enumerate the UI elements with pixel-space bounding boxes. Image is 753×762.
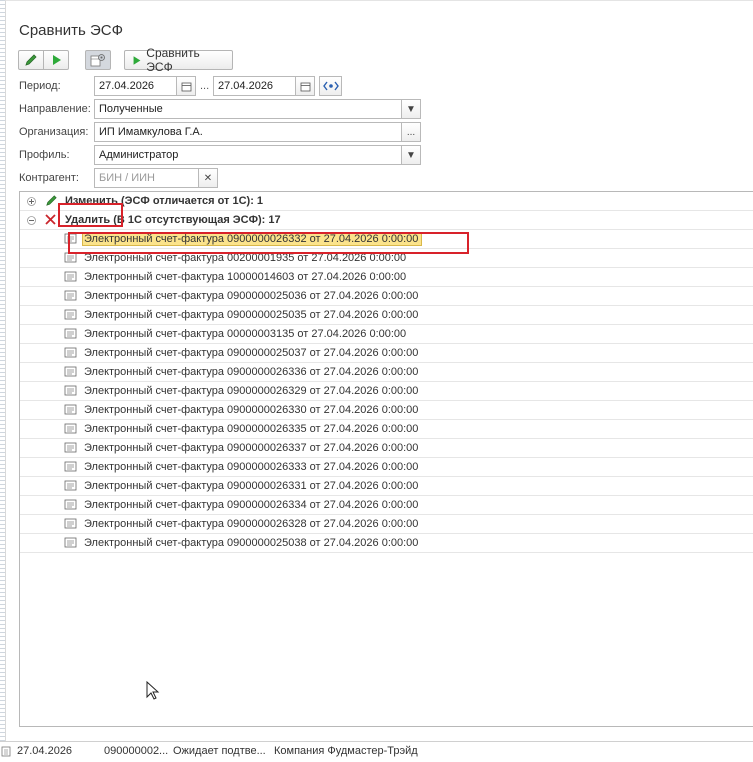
document-icon: [64, 385, 77, 396]
status-company: Компания Фудмастер-Трэйд: [274, 745, 418, 757]
tree-item-label: Электронный счет-фактура 0900000026336 о…: [84, 366, 419, 378]
compare-esf-label: Сравнить ЭСФ: [146, 46, 200, 74]
calendar-icon: [181, 82, 191, 91]
tree-item-label: Электронный счет-фактура 0900000025038 о…: [84, 537, 419, 549]
document-icon: [64, 537, 77, 548]
status-bar[interactable]: 27.04.2026 090000002... Ожидает подтве..…: [0, 741, 753, 762]
document-icon: [64, 290, 77, 301]
tree-item-label: Электронный счет-фактура 0900000026335 о…: [84, 423, 419, 435]
document-icon: [64, 499, 77, 510]
pencil-icon: [46, 195, 57, 206]
run-button[interactable]: [43, 50, 69, 70]
tree-item-row[interactable]: Электронный счет-фактура 10000014603 от …: [20, 268, 753, 287]
annotation-highlight-first-item: [68, 232, 469, 254]
organization-field[interactable]: ИП Имамкулова Г.А.: [94, 122, 402, 142]
period-label: Период:: [19, 80, 61, 92]
period-to-calendar-button[interactable]: [295, 76, 315, 96]
tree-group-change[interactable]: Изменить (ЭСФ отличается от 1С): 1: [20, 192, 753, 211]
document-icon: [64, 518, 77, 529]
tree-item-label: Электронный счет-фактура 0900000025035 о…: [84, 309, 419, 321]
document-icon: [64, 366, 77, 377]
period-separator: ...: [200, 80, 210, 92]
counterparty-clear-button[interactable]: ✕: [198, 168, 218, 188]
tree-item-row[interactable]: Электронный счет-фактура 0900000026328 о…: [20, 515, 753, 534]
tree-item-label: Электронный счет-фактура 00000003135 от …: [84, 328, 407, 340]
document-icon: [64, 461, 77, 472]
close-icon: ✕: [203, 172, 213, 184]
tree-item-row[interactable]: Электронный счет-фактура 0900000026335 о…: [20, 420, 753, 439]
document-icon: [64, 328, 77, 339]
period-choose-button[interactable]: [319, 76, 342, 96]
play-icon: [133, 55, 141, 65]
direction-dropdown-button[interactable]: ▼: [401, 99, 421, 119]
document-icon: [64, 404, 77, 415]
document-icon: [64, 442, 77, 453]
tree-item-row[interactable]: Электронный счет-фактура 0900000025038 о…: [20, 534, 753, 553]
profile-dropdown-button[interactable]: ▼: [401, 145, 421, 165]
direction-select[interactable]: Полученные: [94, 99, 402, 119]
document-icon: [64, 347, 77, 358]
chevron-down-icon: ▼: [406, 103, 416, 115]
tree-item-label: Электронный счет-фактура 0900000025036 о…: [84, 290, 419, 302]
document-icon: [1, 746, 11, 757]
tree-item-row[interactable]: Электронный счет-фактура 0900000026333 о…: [20, 458, 753, 477]
document-icon: [64, 309, 77, 320]
tree-item-label: Электронный счет-фактура 0900000026331 о…: [84, 480, 419, 492]
window-title: Сравнить ЭСФ: [19, 22, 124, 39]
direction-label: Направление:: [19, 103, 91, 115]
annotation-highlight-delete: [58, 203, 123, 227]
tree-item-label: Электронный счет-фактура 0900000026333 о…: [84, 461, 419, 473]
table-settings-icon: [90, 54, 105, 67]
tree-item-label: Электронный счет-фактура 10000014603 от …: [84, 271, 407, 283]
status-state: Ожидает подтве...: [173, 745, 266, 757]
tree-item-row[interactable]: Электронный счет-фактура 0900000025037 о…: [20, 344, 753, 363]
calendar-icon: [300, 82, 310, 91]
tree-item-label: Электронный счет-фактура 0900000026329 о…: [84, 385, 419, 397]
status-date: 27.04.2026: [17, 745, 73, 757]
period-from-field[interactable]: 27.04.2026: [94, 76, 177, 96]
organization-label: Организация:: [19, 126, 89, 138]
collapse-minus-icon[interactable]: [27, 216, 36, 225]
settings-toggle-button[interactable]: [85, 50, 111, 70]
delete-x-icon: [45, 214, 56, 225]
tree-item-row[interactable]: Электронный счет-фактура 0900000026331 о…: [20, 477, 753, 496]
tree-item-label: Электронный счет-фактура 0900000026330 о…: [84, 404, 419, 416]
document-icon: [64, 271, 77, 282]
organization-select-button[interactable]: ...: [401, 122, 421, 142]
expand-plus-icon[interactable]: [27, 197, 36, 206]
tree-item-label: Электронный счет-фактура 0900000025037 о…: [84, 347, 419, 359]
period-to-field[interactable]: 27.04.2026: [213, 76, 296, 96]
tree-item-row[interactable]: Электронный счет-фактура 0900000025036 о…: [20, 287, 753, 306]
counterparty-label: Контрагент:: [19, 172, 79, 184]
period-select-icon: [322, 81, 339, 91]
play-icon: [53, 55, 61, 65]
status-number: 090000002...: [104, 745, 169, 757]
comparison-tree[interactable]: Изменить (ЭСФ отличается от 1С): 1 Удали…: [19, 191, 753, 727]
tree-group-delete[interactable]: Удалить (В 1С отсутствующая ЭСФ): 17: [20, 211, 753, 230]
document-icon: [64, 423, 77, 434]
tree-item-row[interactable]: Электронный счет-фактура 0900000025035 о…: [20, 306, 753, 325]
chevron-down-icon: ▼: [406, 149, 416, 161]
pencil-icon: [25, 54, 37, 66]
tree-item-row[interactable]: Электронный счет-фактура 00000003135 от …: [20, 325, 753, 344]
tree-item-row[interactable]: Электронный счет-фактура 0900000026330 о…: [20, 401, 753, 420]
edit-button[interactable]: [18, 50, 44, 70]
counterparty-field[interactable]: БИН / ИИН: [94, 168, 199, 188]
period-from-calendar-button[interactable]: [176, 76, 196, 96]
tree-item-label: Электронный счет-фактура 0900000026328 о…: [84, 518, 419, 530]
mouse-cursor-icon: [146, 681, 160, 700]
profile-label: Профиль:: [19, 149, 70, 161]
document-icon: [64, 480, 77, 491]
tree-item-row[interactable]: Электронный счет-фактура 0900000026329 о…: [20, 382, 753, 401]
compare-esf-button[interactable]: Сравнить ЭСФ: [124, 46, 233, 74]
profile-select[interactable]: Администратор: [94, 145, 402, 165]
compare-esf-window: Сравнить ЭСФ Сравнить ЭСФ Период: 27.04.…: [5, 0, 753, 741]
tree-item-row[interactable]: Электронный счет-фактура 0900000026334 о…: [20, 496, 753, 515]
tree-item-row[interactable]: Электронный счет-фактура 0900000026336 о…: [20, 363, 753, 382]
tree-item-label: Электронный счет-фактура 0900000026337 о…: [84, 442, 419, 454]
tree-item-row[interactable]: Электронный счет-фактура 0900000026337 о…: [20, 439, 753, 458]
tree-item-label: Электронный счет-фактура 0900000026334 о…: [84, 499, 419, 511]
ellipsis-icon: ...: [406, 126, 416, 138]
